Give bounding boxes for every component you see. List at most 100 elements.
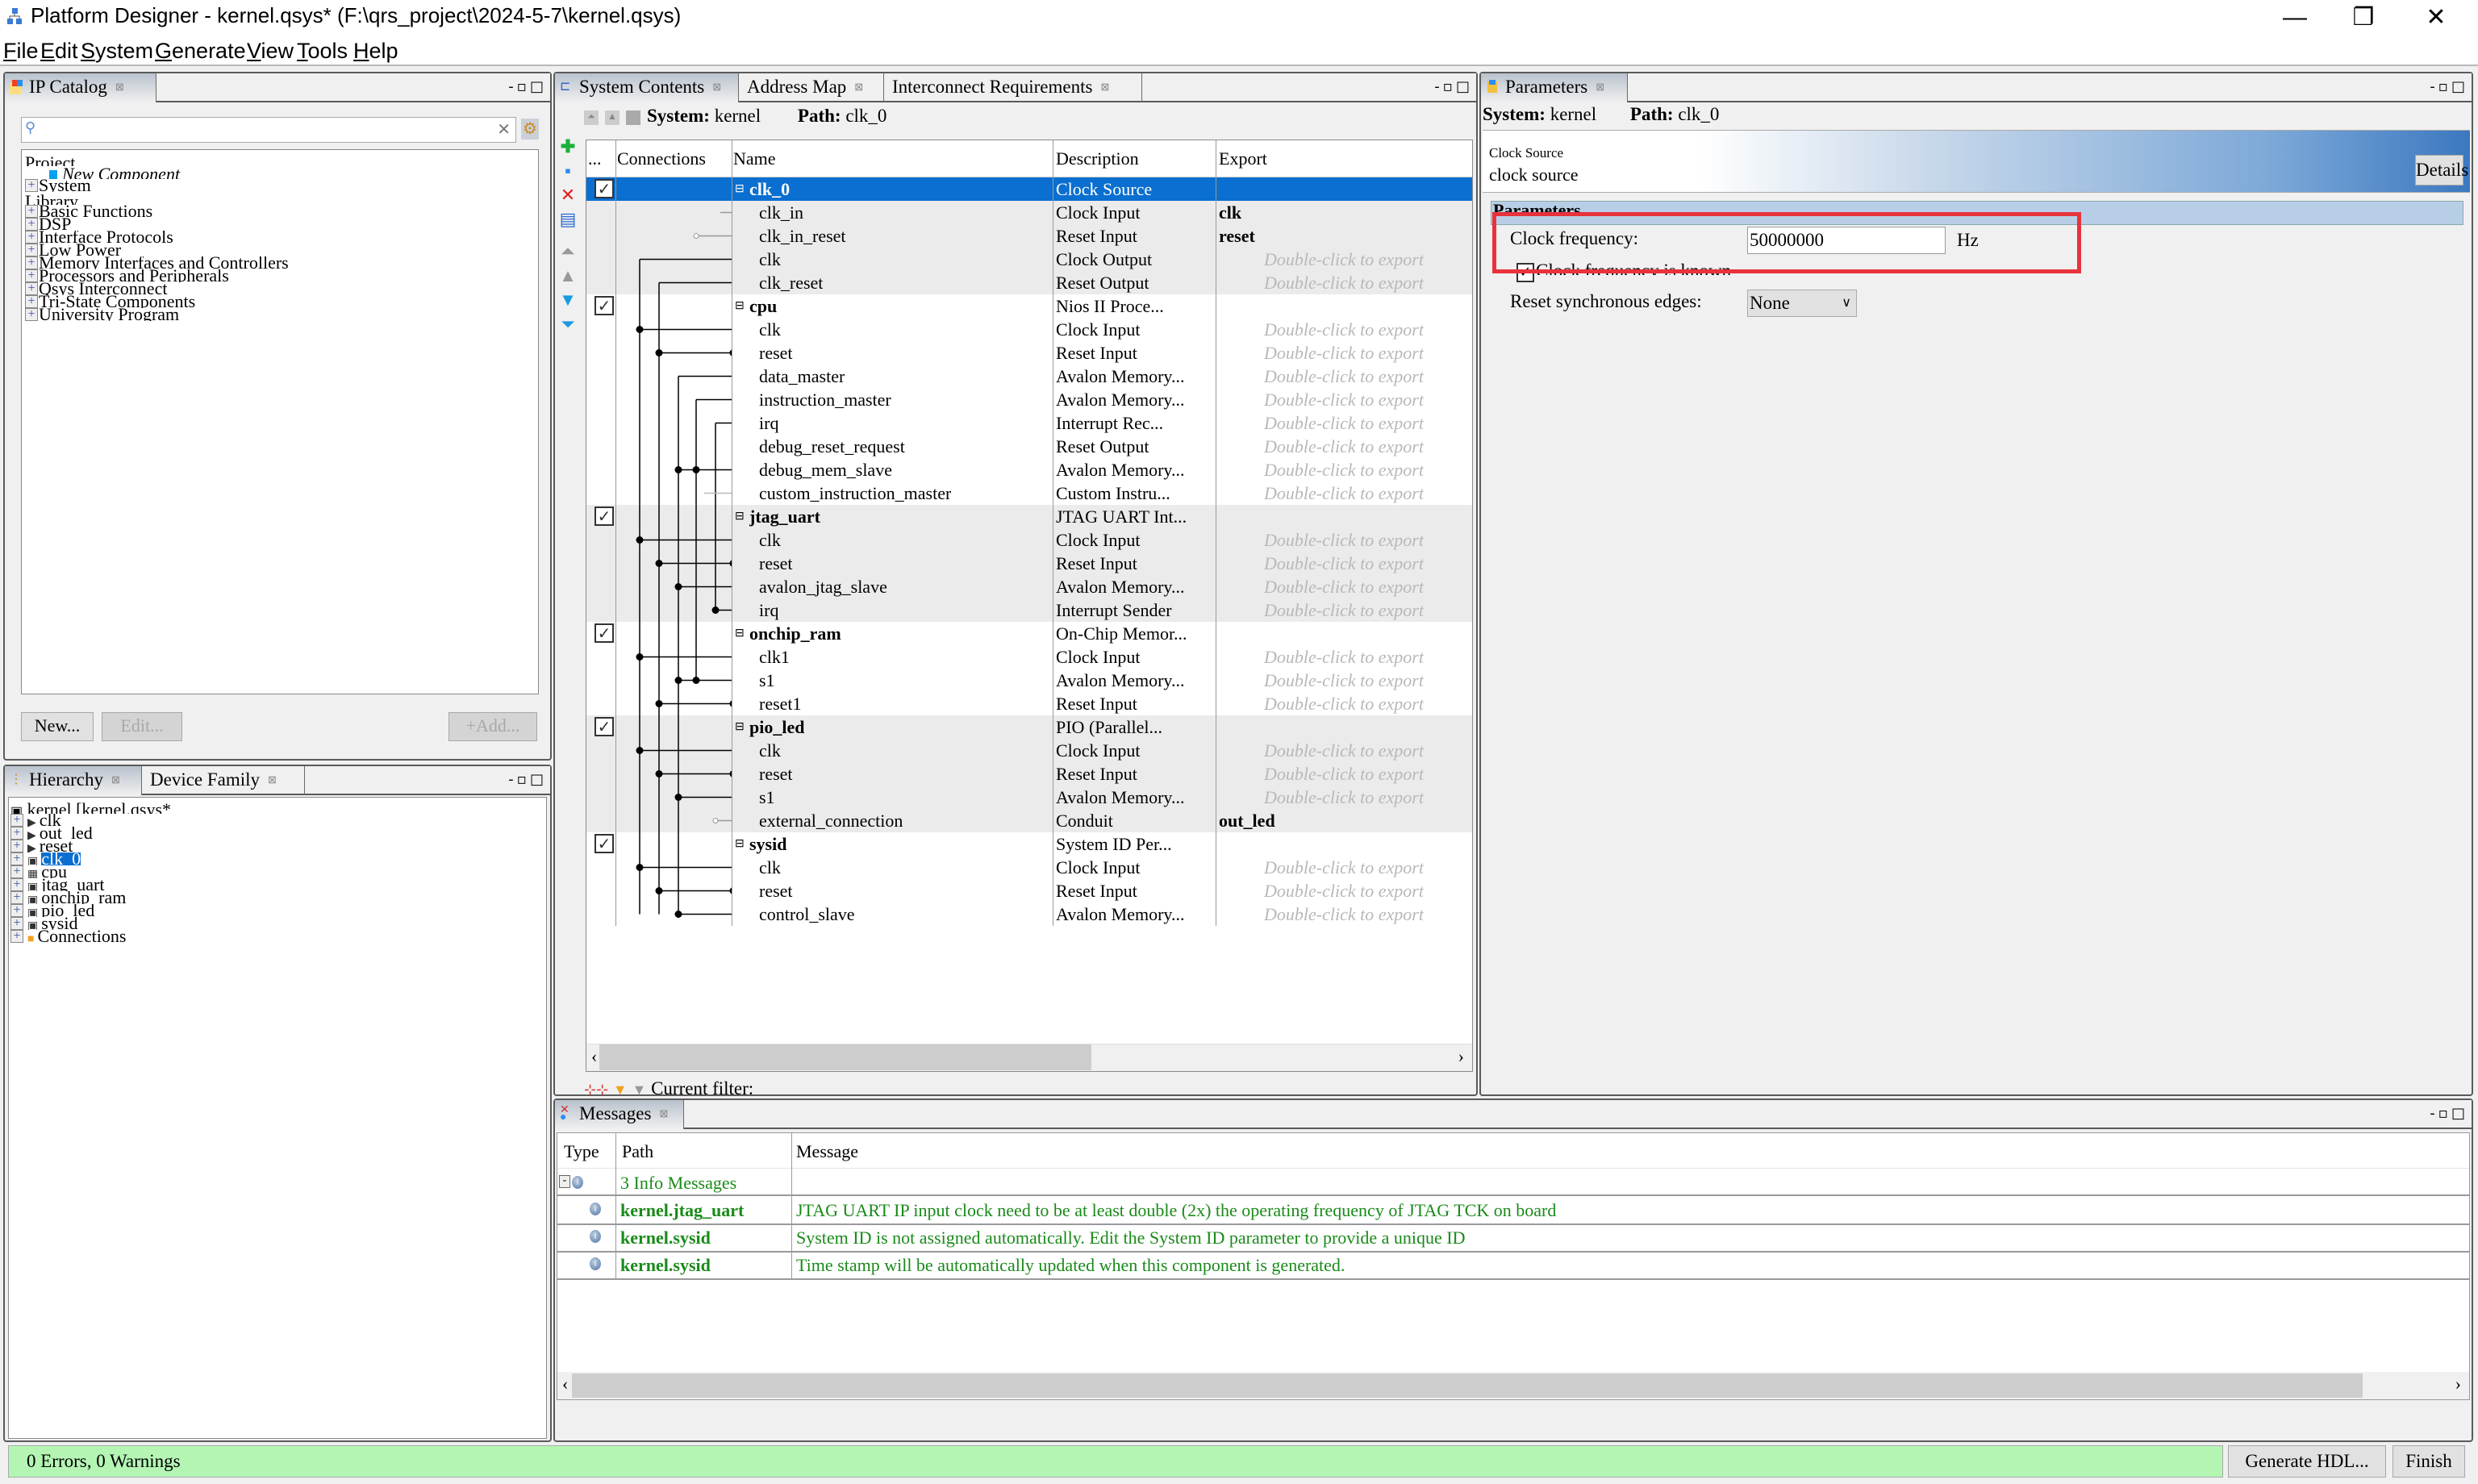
edit-icon[interactable]: ▤ — [558, 207, 578, 231]
tab-address-map[interactable]: Address Map ⊠ — [739, 73, 884, 102]
close-tab-icon[interactable]: ⊠ — [1596, 81, 1604, 93]
connection-dot[interactable] — [692, 466, 700, 473]
expand-icon[interactable]: + — [25, 256, 38, 269]
message-row[interactable]: i kernel.jtag_uart JTAG UART IP input cloc… — [557, 1198, 2469, 1225]
connection-dot[interactable] — [655, 700, 663, 707]
tab-system-contents[interactable]: ⊏ System Contents ⊠ — [555, 73, 739, 102]
collapse-icon[interactable]: ⊟ — [735, 832, 745, 856]
connection-dot[interactable] — [655, 349, 663, 356]
export-hint[interactable]: Double-click to export — [1264, 271, 1472, 294]
expand-icon[interactable]: + — [10, 904, 23, 917]
export-hint[interactable]: Double-click to export — [1264, 575, 1472, 598]
menu-generate[interactable]: Generate — [155, 39, 246, 64]
connection-dot[interactable] — [711, 607, 720, 614]
tab-parameters[interactable]: Parameters ⊠ — [1481, 73, 1628, 102]
tree-item-library[interactable]: + Qsys Interconnect — [25, 282, 538, 295]
tree-item-library[interactable]: + Memory Interfaces and Controllers — [25, 256, 538, 269]
export-name[interactable]: reset — [1219, 224, 1255, 248]
tree-item-new-component[interactable]: New Component — [25, 166, 538, 179]
panel-window-controls[interactable]: -▫□ — [2430, 1105, 2468, 1122]
connection-dot[interactable] — [674, 911, 682, 918]
tree-item-library[interactable]: + Low Power — [25, 244, 538, 256]
export-hint[interactable]: Double-click to export — [1264, 411, 1472, 435]
tree-item-library[interactable]: + Interface Protocols — [25, 231, 538, 244]
connections-graph[interactable] — [615, 177, 732, 926]
export-hint[interactable]: Double-click to export — [1264, 692, 1472, 715]
filter-icon[interactable]: ▼ — [613, 1082, 628, 1098]
tree-item-library[interactable]: + DSP — [25, 218, 538, 231]
export-hint[interactable]: Double-click to export — [1264, 786, 1472, 809]
export-hint[interactable]: Double-click to export — [1264, 669, 1472, 692]
connection-dot[interactable] — [655, 887, 663, 894]
filter-signals-icon[interactable]: ⊹⊹ — [584, 1082, 608, 1098]
connection-dot[interactable] — [674, 794, 682, 801]
menu-view[interactable]: View — [247, 39, 294, 64]
message-row[interactable]: i kernel.sysid Time stamp will be automati… — [557, 1253, 2469, 1280]
details-button[interactable]: Details — [2415, 155, 2468, 186]
move-bottom-icon[interactable]: ⏷ — [558, 312, 578, 336]
expand-icon[interactable]: + — [10, 930, 23, 943]
panel-window-controls[interactable]: -▫□ — [508, 78, 547, 95]
expand-icon[interactable]: + — [10, 891, 23, 904]
add-button[interactable]: +Add... — [448, 712, 537, 741]
export-hint[interactable]: Double-click to export — [1264, 552, 1472, 575]
column-header-export[interactable]: Export — [1219, 148, 1267, 169]
connection-dot[interactable] — [674, 583, 682, 590]
connection-dot[interactable] — [655, 770, 663, 777]
enable-checkbox[interactable]: ✓ — [594, 717, 614, 736]
move-top-icon[interactable]: ⏶ — [558, 240, 578, 264]
messages-group-row[interactable]: - i 3 Info Messages — [557, 1169, 2469, 1196]
tab-ip-catalog[interactable]: IP Catalog ⊠ — [5, 73, 156, 102]
collapse-icon[interactable]: ⊟ — [735, 505, 745, 528]
close-tab-icon[interactable]: ⊠ — [854, 81, 863, 93]
connection-dot[interactable] — [693, 233, 699, 239]
connection-dot[interactable] — [636, 326, 644, 333]
export-hint[interactable]: Double-click to export — [1264, 248, 1472, 271]
expand-icon[interactable]: + — [25, 205, 38, 218]
menu-system[interactable]: System — [81, 39, 153, 64]
export-hint[interactable]: Double-click to export — [1264, 762, 1472, 786]
expand-icon[interactable]: + — [10, 827, 23, 840]
scrollbar-thumb[interactable] — [572, 1374, 2363, 1398]
menu-file[interactable]: File — [3, 39, 39, 64]
export-hint[interactable]: Double-click to export — [1264, 365, 1472, 388]
column-header-path[interactable]: Path — [622, 1141, 653, 1162]
tree-item-library[interactable]: + Basic Functions — [25, 205, 538, 218]
go-top-icon[interactable]: ⏶ — [584, 110, 599, 125]
export-hint[interactable]: Double-click to export — [1264, 879, 1472, 902]
reset-edges-select[interactable]: None ∨ — [1747, 290, 1857, 317]
hierarchy-item[interactable]: + ■ Connections — [10, 930, 546, 943]
collapse-icon[interactable]: ⊟ — [735, 622, 745, 645]
expand-icon[interactable]: + — [25, 308, 38, 321]
tab-messages[interactable]: ✕ ● Messages ⊠ — [555, 1100, 684, 1129]
close-button[interactable]: ✕ — [2400, 0, 2472, 35]
column-header-type[interactable]: Type — [564, 1141, 599, 1162]
export-hint[interactable]: Double-click to export — [1264, 902, 1472, 926]
restore-button[interactable]: ❐ — [2327, 0, 2400, 35]
expand-icon[interactable]: + — [25, 244, 38, 256]
minimize-button[interactable]: — — [2259, 0, 2331, 35]
tree-item-library[interactable]: + Processors and Peripherals — [25, 269, 538, 282]
collapse-icon[interactable]: - — [559, 1175, 570, 1188]
enable-checkbox[interactable]: ✓ — [594, 506, 614, 526]
move-up-icon[interactable]: ▲ — [558, 264, 578, 288]
export-name[interactable]: clk — [1219, 201, 1241, 224]
ip-search-input[interactable]: ⚲ ✕ — [21, 117, 516, 143]
move-down-icon[interactable]: ▼ — [558, 288, 578, 312]
connection-dot[interactable] — [636, 653, 644, 661]
clear-filter-icon[interactable]: ▼ — [632, 1082, 647, 1098]
export-hint[interactable]: Double-click to export — [1264, 341, 1472, 365]
hierarchy-item[interactable]: + ▶ clk — [10, 814, 546, 827]
expand-icon[interactable]: + — [10, 878, 23, 891]
close-tab-icon[interactable]: ⊠ — [659, 1107, 668, 1119]
panel-window-controls[interactable]: -▫□ — [2430, 78, 2468, 95]
hierarchy-root[interactable]: ▣ kernel [kernel.qsys* — [10, 801, 546, 814]
close-tab-icon[interactable]: ⊠ — [115, 81, 124, 93]
hierarchy-item[interactable]: + ▣ clk_0 — [10, 852, 546, 865]
tree-item-library[interactable]: + University Program — [25, 308, 538, 321]
connection-dot[interactable] — [636, 864, 644, 871]
connection-dot[interactable] — [655, 560, 663, 567]
column-header-description[interactable]: Description — [1056, 148, 1139, 169]
connection-dot[interactable] — [674, 677, 682, 684]
export-hint[interactable]: Double-click to export — [1264, 528, 1472, 552]
